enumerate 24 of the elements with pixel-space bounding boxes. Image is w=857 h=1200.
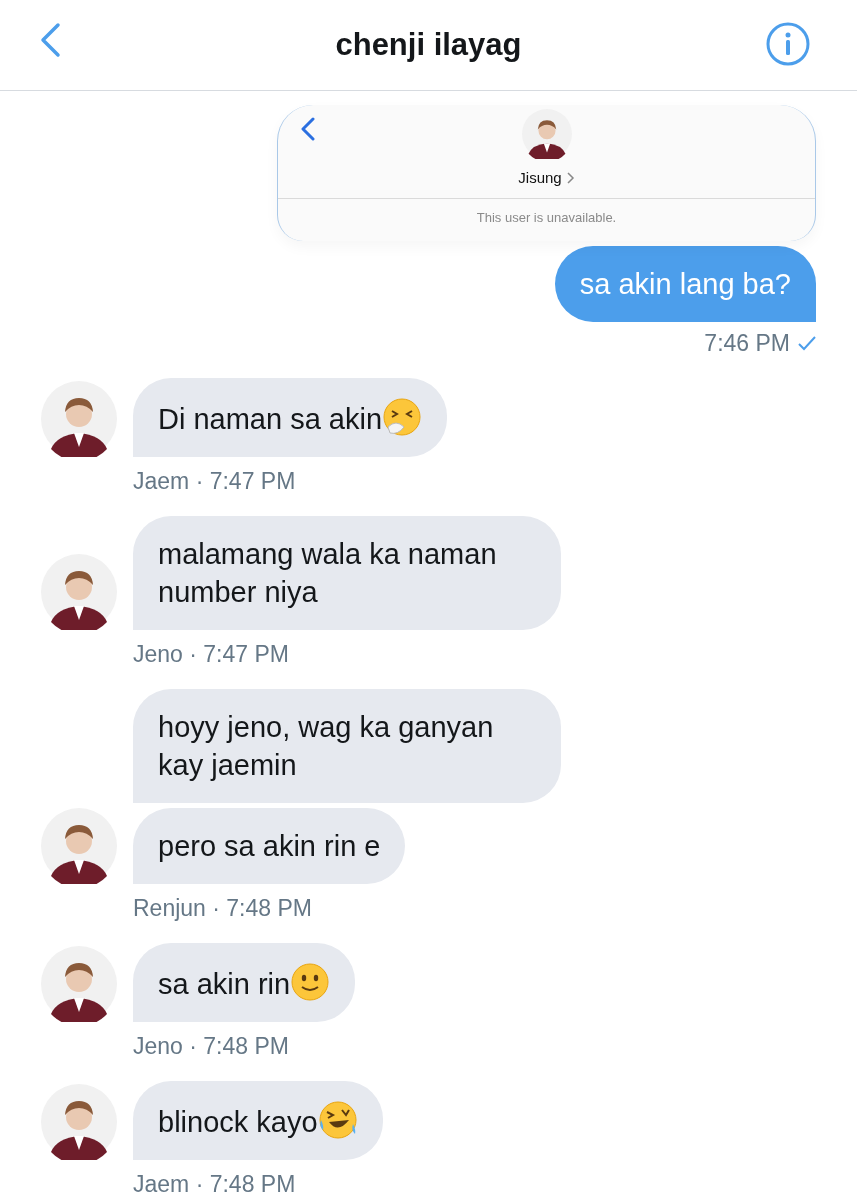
contact-name: Jisung: [518, 168, 562, 188]
sender-timestamp: Jeno · 7:48 PM: [133, 1033, 290, 1059]
chevron-icon: [565, 171, 575, 186]
message-bubble: malamang wala ka naman number niya: [133, 516, 561, 630]
message-bubble: Di naman sa akin: [133, 378, 448, 457]
message-bubble: pero sa akin rin e: [133, 808, 406, 884]
status-text: This user is unavailable.: [475, 209, 618, 227]
back-button[interactable]: [38, 22, 62, 58]
message-bubble: blinock kayo: [133, 1081, 383, 1160]
sender-timestamp: Renjun · 7:48 PM: [133, 895, 313, 921]
sender-timestamp: Jaem · 7:48 PM: [133, 1171, 297, 1197]
smiling-face-icon: [290, 962, 331, 1002]
info-button[interactable]: [766, 22, 810, 66]
message-bubble: sa akin lang ba?: [554, 246, 816, 322]
message-bubble: hoyy jeno, wag ka ganyan kay jaemin: [133, 689, 561, 803]
timestamp: 7:46 PM: [704, 330, 790, 356]
chat-title: chenji ilayag: [335, 26, 522, 64]
sneezing-face-icon: [382, 397, 423, 437]
laughing-face-icon: [317, 1100, 358, 1140]
sender-timestamp: Jaem · 7:47 PM: [133, 468, 297, 494]
sender-timestamp: Jeno · 7:47 PM: [133, 641, 290, 667]
message-bubble: sa akin rin: [133, 943, 356, 1022]
avatar: [521, 109, 572, 159]
back-icon: [300, 117, 316, 141]
